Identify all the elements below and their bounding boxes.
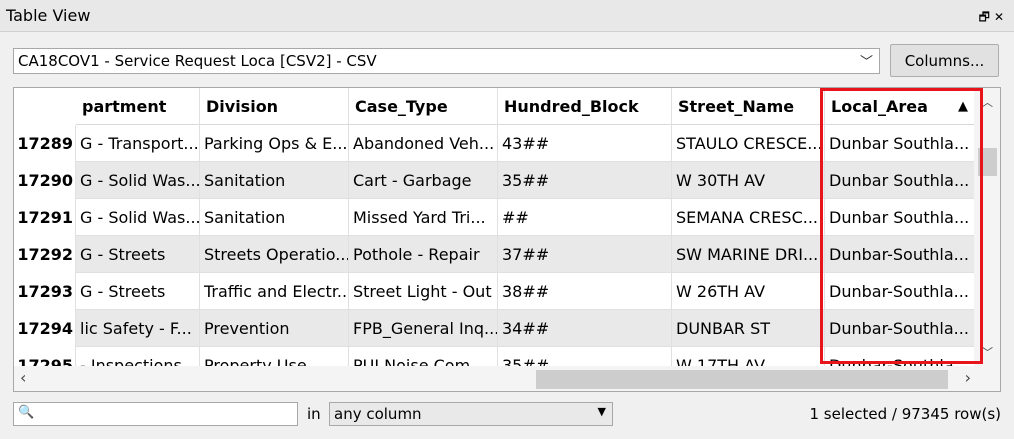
column-header-hundred-block[interactable]: Hundred_Block [498,88,672,125]
table-cell[interactable]: - Inspections [76,347,200,366]
table-cell[interactable]: W 26TH AV [672,273,825,310]
layer-source-dropdown[interactable]: CA18COV1 - Service Request Loca [CSV2] -… [13,48,880,74]
search-input[interactable]: 🔍 [13,402,298,426]
table-cell[interactable]: Sanitation [200,199,349,236]
scroll-right-icon[interactable]: › [965,368,971,387]
table-cell[interactable]: G - Solid Was... [76,199,200,236]
column-header-street-name[interactable]: Street_Name [672,88,825,125]
table-cell[interactable]: Prevention [200,310,349,347]
table-cell[interactable]: Streets Operatio... [200,236,349,273]
window-title: Table View [6,6,91,25]
column-header-case-type[interactable]: Case_Type [349,88,498,125]
close-icon[interactable]: ✕ [994,10,1008,24]
table-cell[interactable]: SEMANA CRESC... [672,199,825,236]
table-cell[interactable]: STAULO CRESCE... [672,125,825,162]
search-column-value: any column [334,405,422,423]
table-cell[interactable]: Parking Ops & E... [200,125,349,162]
table-cell[interactable]: 43## [498,125,672,162]
table-cell[interactable]: 37## [498,236,672,273]
row-number[interactable]: 17294 [14,310,76,347]
table-cell[interactable]: 38## [498,273,672,310]
table-cell[interactable]: DUNBAR ST [672,310,825,347]
selection-status: 1 selected / 97345 row(s) [809,405,1001,423]
row-number[interactable]: 17291 [14,199,76,236]
table-cell[interactable]: 35## [498,162,672,199]
table-cell[interactable]: G - Streets [76,236,200,273]
row-number[interactable]: 17290 [14,162,76,199]
table-cell[interactable]: Property Use [200,347,349,366]
horizontal-scrollbar[interactable]: ‹ › [14,366,1000,391]
table-cell[interactable]: G - Solid Was... [76,162,200,199]
table-cell[interactable]: Missed Yard Tri... [349,199,498,236]
search-column-dropdown[interactable]: any column ▼ [329,402,613,426]
local-area-column-highlight [820,88,983,364]
scroll-up-icon[interactable]: ︿ [982,94,993,110]
chevron-down-icon: ﹀ [859,55,873,70]
column-header-division[interactable]: Division [200,88,349,125]
layer-source-value: CA18COV1 - Service Request Loca [CSV2] -… [18,52,377,70]
scroll-left-icon[interactable]: ‹ [20,368,26,387]
row-number[interactable]: 17289 [14,125,76,162]
table-cell[interactable]: Sanitation [200,162,349,199]
table-cell[interactable]: W 17TH AV [672,347,825,366]
table-cell[interactable]: G - Streets [76,273,200,310]
row-number[interactable]: 17293 [14,273,76,310]
table-cell[interactable]: Street Light - Out [349,273,498,310]
columns-button[interactable]: Columns... [890,44,999,77]
table-cell[interactable]: lic Safety - F... [76,310,200,347]
search-icon: 🔍 [18,405,35,420]
table-cell[interactable]: Abandoned Veh... [349,125,498,162]
dropdown-arrow-icon: ▼ [597,405,606,418]
table-cell[interactable]: Cart - Garbage [349,162,498,199]
table-cell[interactable]: ## [498,199,672,236]
row-number[interactable]: 17292 [14,236,76,273]
table-cell[interactable]: SW MARINE DRI... [672,236,825,273]
restore-icon[interactable]: 🗗 [979,10,994,24]
table-cell[interactable]: G - Transport... [76,125,200,162]
table-cell[interactable]: FPB_General Inq... [349,310,498,347]
table-cell[interactable]: Traffic and Electr... [200,273,349,310]
horizontal-scroll-thumb[interactable] [536,370,948,389]
table-cell[interactable]: 35## [498,347,672,366]
table-cell[interactable]: 34## [498,310,672,347]
in-label: in [307,405,321,423]
table-cell[interactable]: Pothole - Repair [349,236,498,273]
table-cell[interactable]: PUI Noise Com... [349,347,498,366]
table-cell[interactable]: W 30TH AV [672,162,825,199]
column-header-department[interactable]: partment [76,88,200,125]
scroll-down-icon[interactable]: ﹀ [982,344,993,360]
row-number[interactable]: 17295 [14,347,76,366]
title-bar: Table View 🗗✕ [0,0,1014,32]
